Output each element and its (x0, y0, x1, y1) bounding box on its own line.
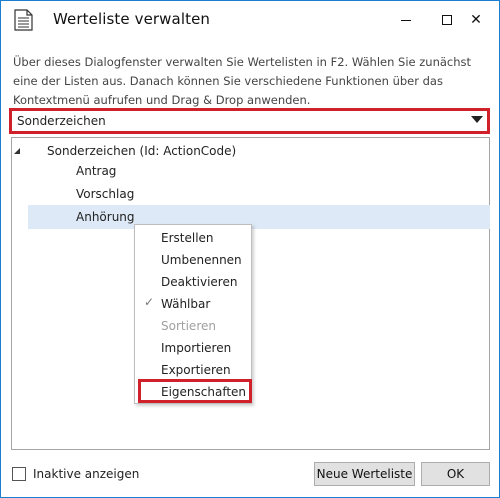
close-button[interactable]: ✕ (453, 1, 499, 39)
menu-item-importieren[interactable]: Importieren (161, 341, 231, 355)
tree-item-selected[interactable]: Anhörung (76, 210, 135, 224)
new-list-button[interactable]: Neue Werteliste (314, 462, 415, 486)
menu-item-waehlbar[interactable]: Wählbar (161, 297, 210, 311)
menu-item-erstellen[interactable]: Erstellen (161, 231, 214, 245)
tree-item[interactable]: Antrag (76, 164, 116, 178)
ok-button-label: OK (446, 467, 465, 481)
window-title: Werteliste verwalten (53, 10, 211, 28)
minimize-icon (401, 19, 411, 21)
maximize-icon (442, 15, 452, 25)
ok-button[interactable]: OK (421, 462, 490, 486)
dialog-window: Werteliste verwalten ✕ Über dieses Dialo… (0, 0, 500, 498)
context-menu: Erstellen Umbenennen Deaktivieren ✓ Wähl… (134, 224, 252, 404)
tree-root-item[interactable]: Sonderzeichen (Id: ActionCode) (47, 144, 236, 158)
menu-item-umbenennen[interactable]: Umbenennen (161, 253, 242, 267)
document-icon (14, 9, 33, 31)
show-inactive-label[interactable]: Inaktive anzeigen (33, 467, 139, 481)
menu-item-sortieren: Sortieren (161, 319, 216, 333)
new-list-button-label: Neue Werteliste (316, 467, 413, 481)
collapse-arrow-icon[interactable] (14, 148, 20, 154)
dropdown-selected-value: Sonderzeichen (17, 114, 106, 128)
menu-item-exportieren[interactable]: Exportieren (161, 363, 231, 377)
show-inactive-checkbox[interactable] (12, 467, 26, 481)
menu-item-eigenschaften[interactable]: Eigenschaften (161, 385, 246, 399)
title-bar[interactable]: Werteliste verwalten ✕ (1, 1, 499, 39)
menu-item-deaktivieren[interactable]: Deaktivieren (161, 275, 237, 289)
checkmark-icon: ✓ (144, 295, 155, 309)
minimize-button[interactable] (383, 1, 429, 39)
chevron-down-icon[interactable] (471, 116, 483, 123)
list-select-dropdown[interactable]: Sonderzeichen (9, 108, 490, 134)
description-text: Über dieses Dialogfenster verwalten Sie … (13, 55, 472, 107)
close-icon: ✕ (470, 12, 482, 28)
tree-item[interactable]: Vorschlag (76, 187, 134, 201)
